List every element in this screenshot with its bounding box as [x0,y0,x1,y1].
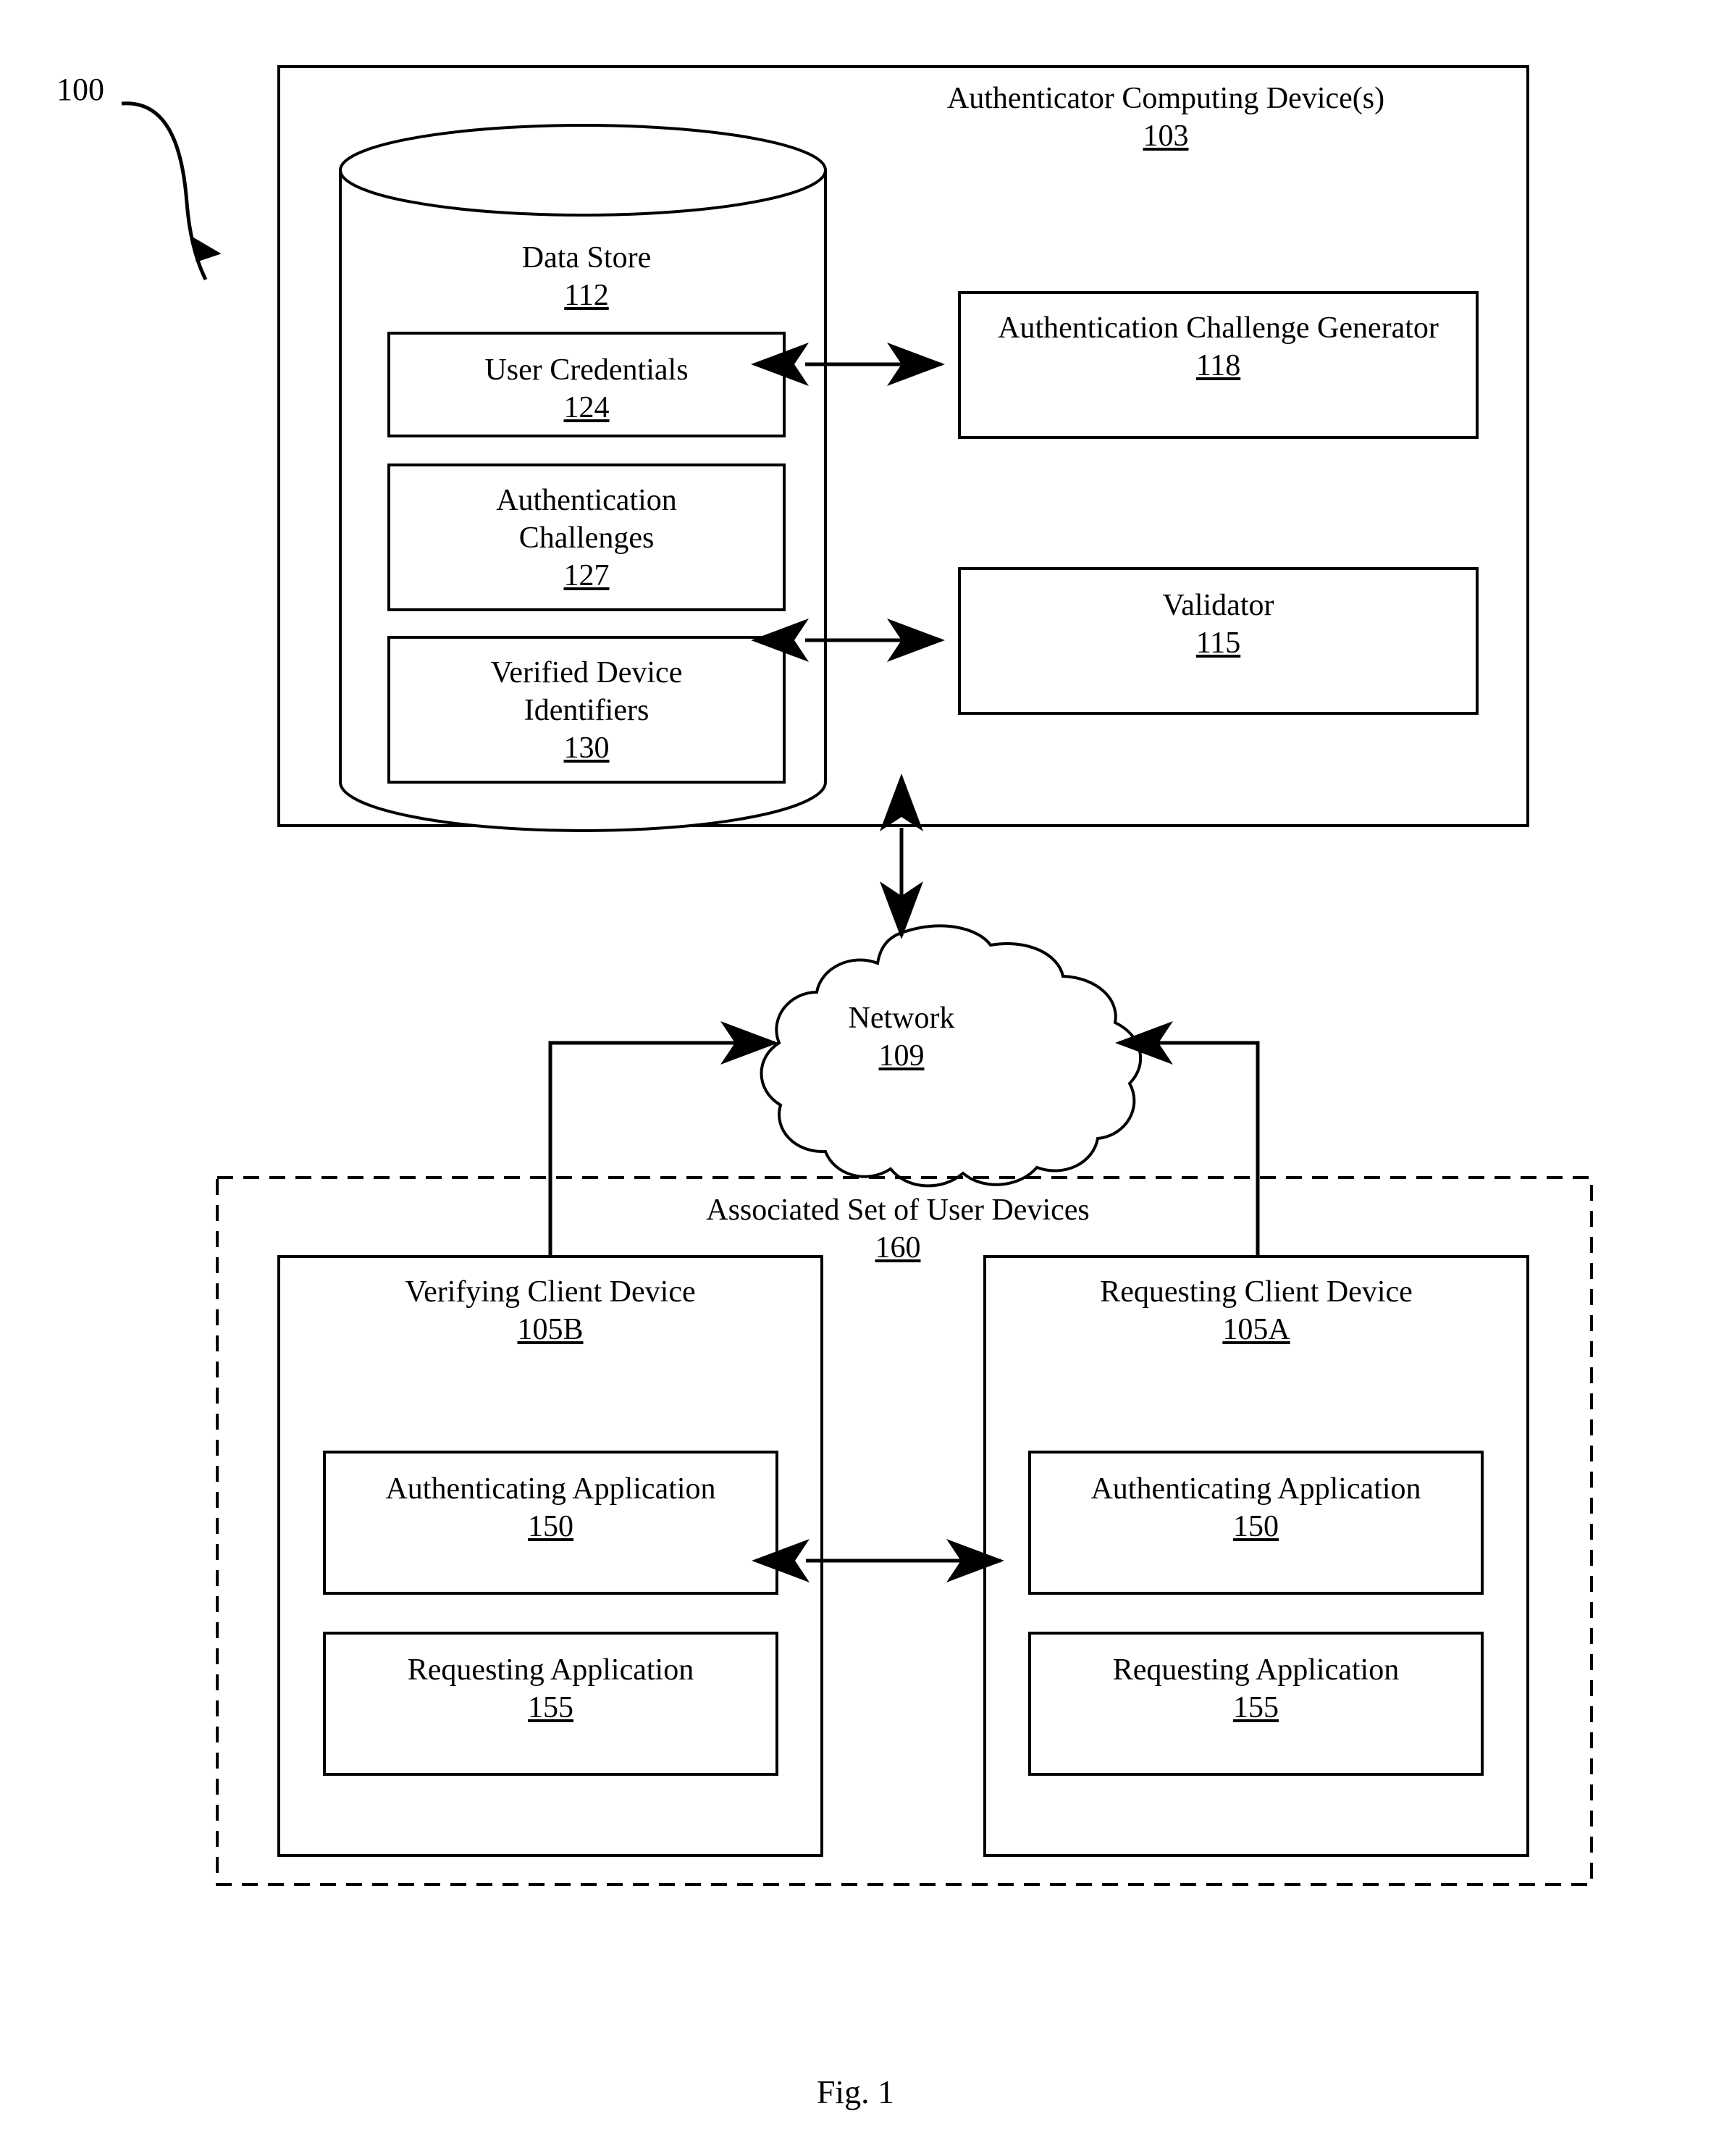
authentication-challenges-title: Authentication Challenges [496,484,677,555]
verifying-authenticating-app-ref: 150 [528,1510,573,1544]
authenticator-title-group: Authenticator Computing Device(s) 103 [854,80,1477,155]
requesting-requesting-app-title: Requesting Application [1112,1653,1400,1687]
data-store-ref: 112 [564,279,609,313]
data-store-title-group: Data Store 112 [387,239,786,314]
reference-100-arrowhead [193,237,222,262]
network-text-group: Network 109 [782,999,1021,1075]
validator-title: Validator [1162,589,1274,622]
verifying-client-device-text-group: Verifying Client Device 105B [279,1273,822,1348]
patent-figure-page: 100 Authenticator Computing Device(s) 10… [0,0,1711,2156]
authenticator-title: Authenticator Computing Device(s) [946,82,1385,115]
data-store-title: Data Store [521,241,652,274]
associated-set-text-group: Associated Set of User Devices 160 [666,1191,1130,1267]
user-credentials-ref: 124 [563,391,610,425]
user-credentials-text-group: User Credentials 124 [389,351,784,427]
requesting-authenticating-app-title: Authenticating Application [1090,1472,1421,1506]
challenge-generator-title: Authentication Challenge Generator [998,311,1439,345]
requesting-client-device-ref: 105A [1222,1313,1290,1347]
associated-set-title: Associated Set of User Devices [706,1194,1090,1227]
authentication-challenges-ref: 127 [563,559,610,593]
requesting-authenticating-app-ref: 150 [1233,1510,1279,1544]
verifying-requesting-app-title: Requesting Application [407,1653,694,1687]
figure-caption: Fig. 1 [816,2073,895,2110]
network-title: Network [848,1002,955,1035]
data-store-cylinder-top [339,124,827,217]
challenge-generator-text-group: Authentication Challenge Generator 118 [974,309,1463,385]
verifying-requesting-app-text-group: Requesting Application 155 [324,1651,777,1727]
verifying-client-device-title: Verifying Client Device [405,1275,696,1309]
verified-device-identifiers-title: Verified Device Identifiers [490,656,683,728]
requesting-authenticating-app-text-group: Authenticating Application 150 [1030,1470,1482,1545]
verifying-authenticating-app-title: Authenticating Application [385,1472,716,1506]
requesting-requesting-app-ref: 155 [1233,1691,1279,1725]
challenge-generator-ref: 118 [1195,349,1241,383]
authentication-challenges-text-group: Authentication Challenges 127 [431,482,742,595]
validator-text-group: Validator 115 [974,587,1463,662]
arrow-network-to-requesting-device [1115,1021,1260,1257]
requesting-requesting-app-text-group: Requesting Application 155 [1030,1651,1482,1727]
network-ref: 109 [878,1039,925,1073]
user-credentials-title: User Credentials [484,353,689,387]
verified-device-identifiers-ref: 130 [563,731,610,765]
reference-100-leader-arrow [121,101,208,281]
verifying-requesting-app-ref: 155 [528,1691,573,1725]
requesting-client-device-title: Requesting Client Device [1100,1275,1413,1309]
verifying-authenticating-app-text-group: Authenticating Application 150 [324,1470,777,1545]
associated-set-ref: 160 [875,1231,921,1265]
validator-ref: 115 [1195,626,1241,660]
authenticator-ref: 103 [1143,119,1189,154]
verifying-client-device-ref: 105B [517,1313,584,1347]
requesting-client-device-text-group: Requesting Client Device 105A [985,1273,1528,1348]
system-reference-numeral: 100 [56,72,104,107]
verified-device-identifiers-text-group: Verified Device Identifiers 130 [442,654,731,767]
